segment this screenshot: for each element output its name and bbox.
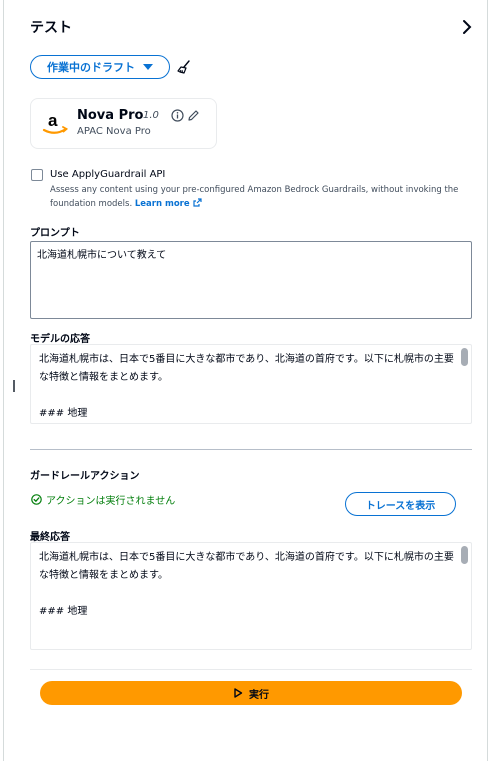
model-response-text: 北海道札幌市は、日本で5番目に大きな都市であり、北海道の首府です。以下に札幌市の…: [39, 354, 454, 419]
svg-text:a: a: [48, 111, 58, 130]
guardrail-action-label: ガードレールアクション: [30, 471, 140, 482]
external-link-icon: [193, 198, 202, 207]
model-name: Nova Pro: [77, 108, 144, 123]
test-panel: テスト 作業中のドラフト a Nova Pro 1.0 APAC Nova Pr…: [3, 0, 488, 761]
apply-guardrail-label: Use ApplyGuardrail API: [50, 169, 166, 180]
caret-down-icon: [143, 64, 153, 70]
learn-more-label: Learn more: [134, 199, 190, 209]
broom-icon[interactable]: [176, 59, 192, 75]
response-fade: [39, 419, 454, 423]
final-response-text: 北海道札幌市は、日本で5番目に大きな都市であり、北海道の首府です。以下に札幌市の…: [39, 552, 454, 617]
model-subtitle: APAC Nova Pro: [77, 126, 151, 137]
model-response-box[interactable]: 北海道札幌市は、日本で5番目に大きな都市であり、北海道の首府です。以下に札幌市の…: [30, 344, 472, 424]
apply-guardrail-description: Assess any content using your pre-config…: [50, 183, 475, 211]
draft-version-label: 作業中のドラフト: [47, 61, 135, 74]
resize-handle[interactable]: [13, 380, 15, 392]
amazon-logo-icon: a: [42, 111, 69, 134]
learn-more-link[interactable]: Learn more: [134, 198, 202, 209]
play-icon: [234, 688, 243, 698]
model-card: a Nova Pro 1.0 APAC Nova Pro: [30, 98, 217, 149]
run-button-label: 実行: [249, 689, 269, 701]
apply-guardrail-description-text: Assess any content using your pre-config…: [50, 185, 459, 209]
show-trace-button[interactable]: トレースを表示: [345, 492, 456, 516]
model-response-scrollbar[interactable]: [461, 348, 468, 366]
footer-divider: [30, 669, 472, 670]
model-version: 1.0: [143, 110, 159, 121]
final-response-label: 最終応答: [30, 532, 70, 543]
chevron-right-icon[interactable]: [458, 18, 476, 36]
prompt-label: プロンプト: [30, 228, 80, 239]
panel-title: テスト: [30, 20, 72, 36]
apply-guardrail-checkbox[interactable]: [31, 169, 43, 181]
pencil-icon[interactable]: [187, 109, 200, 122]
run-button[interactable]: 実行: [40, 681, 462, 705]
info-icon[interactable]: [171, 109, 184, 122]
model-response-label: モデルの応答: [30, 334, 90, 345]
response-fade: [39, 617, 454, 627]
guardrail-action-status-text: アクションは実行されません: [46, 496, 176, 507]
section-divider: [30, 449, 472, 450]
guardrail-action-status: アクションは実行されません: [31, 492, 175, 507]
check-circle-icon: [31, 494, 42, 505]
final-response-box[interactable]: 北海道札幌市は、日本で5番目に大きな都市であり、北海道の首府です。以下に札幌市の…: [30, 542, 472, 650]
draft-version-dropdown[interactable]: 作業中のドラフト: [30, 55, 170, 79]
prompt-textarea[interactable]: 北海道札幌市について教えて: [30, 241, 472, 319]
final-response-scrollbar[interactable]: [461, 546, 468, 564]
